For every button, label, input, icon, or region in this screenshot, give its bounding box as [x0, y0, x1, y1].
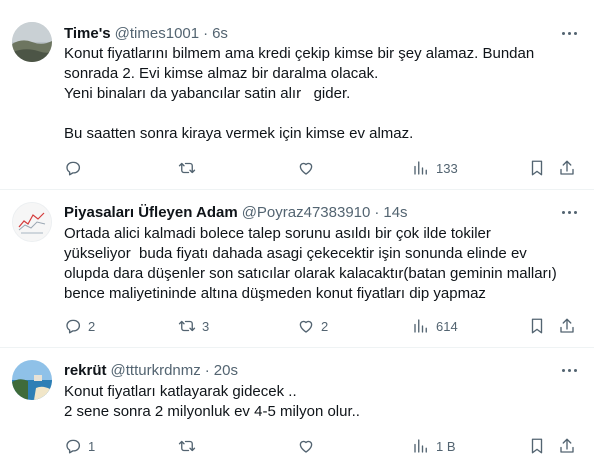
tweet-card[interactable]: rekrüt @ttturkrdnmz · 20s Konut fiyatlar… [0, 348, 594, 470]
share-button[interactable] [558, 158, 576, 178]
share-icon [560, 160, 574, 175]
views-button[interactable]: 614 [412, 316, 458, 336]
views-icon [414, 161, 427, 175]
like-count: 2 [321, 318, 329, 334]
views-button[interactable]: 133 [412, 158, 458, 178]
tweet-time[interactable]: 20s [214, 362, 238, 379]
bookmark-button[interactable] [528, 316, 546, 336]
views-button[interactable]: 1 B [412, 436, 456, 456]
like-button[interactable] [297, 158, 321, 178]
reply-button[interactable]: 2 [64, 316, 95, 336]
retweet-icon [178, 440, 196, 452]
views-count: 133 [436, 160, 458, 176]
reply-icon [66, 439, 80, 454]
retweet-button[interactable]: 3 [178, 316, 209, 336]
tweet-line: Konut fiyatlarını bilmem ama kredi çekip… [64, 45, 535, 62]
views-icon [414, 319, 427, 333]
action-bar: 2 3 2 614 [64, 316, 580, 336]
tweet-time[interactable]: 6s [212, 25, 228, 42]
tweet-line: 2 sene sonra 2 milyonluk ev 4-5 milyon o… [64, 403, 360, 420]
share-icon [560, 318, 574, 333]
tweet-time[interactable]: 14s [383, 204, 407, 221]
avatar[interactable] [12, 202, 52, 242]
like-button[interactable] [297, 436, 321, 456]
tweet-line: olupda dara düşenler son satıcılar olara… [64, 265, 557, 282]
retweet-count: 3 [202, 318, 210, 334]
bookmark-icon [531, 160, 543, 176]
like-icon [299, 320, 313, 333]
bookmark-button[interactable] [528, 436, 546, 456]
reply-count: 1 [88, 438, 96, 454]
bookmark-button[interactable] [528, 158, 546, 178]
tweet-feed: Time's @times1001 · 6s Konut fiyatlarını… [0, 0, 594, 470]
bookmark-icon [531, 438, 543, 454]
author-handle[interactable]: @times1001 [115, 25, 199, 42]
more-icon[interactable] [558, 23, 580, 43]
tweet-text: Ortada alici kalmadi bolece talep sorunu… [64, 224, 580, 304]
retweet-icon [178, 162, 196, 174]
avatar[interactable] [12, 360, 52, 400]
tweet-card[interactable]: Piyasaları Üfleyen Adam @Poyraz47383910 … [0, 190, 594, 348]
action-bar: 133 [64, 158, 580, 178]
views-count: 614 [436, 318, 458, 334]
like-icon [299, 162, 313, 175]
like-icon [299, 440, 313, 453]
tweet-line [64, 104, 580, 124]
author-handle[interactable]: @ttturkrdnmz [111, 362, 201, 379]
tweet-text: Konut fiyatlarını bilmem ama kredi çekip… [64, 44, 580, 144]
author-handle[interactable]: @Poyraz47383910 [242, 204, 371, 221]
tweet-line: yükseliyor buda fiyatı dahada asagi çeke… [64, 245, 527, 262]
avatar[interactable] [12, 22, 52, 62]
reply-button[interactable]: 1 [64, 436, 95, 456]
reply-icon [66, 319, 80, 334]
action-bar: 1 1 B [64, 436, 580, 456]
tweet-text: Konut fiyatları katlayarak gidecek .. 2 … [64, 382, 580, 422]
share-button[interactable] [558, 316, 576, 336]
bookmark-icon [531, 318, 543, 334]
tweet-card[interactable]: Time's @times1001 · 6s Konut fiyatlarını… [0, 0, 594, 190]
separator-dot: · [374, 203, 380, 221]
author-name[interactable]: rekrüt [64, 362, 107, 379]
more-icon[interactable] [558, 202, 580, 222]
reply-count: 2 [88, 318, 96, 334]
reply-button[interactable] [64, 158, 88, 178]
separator-dot: · [204, 361, 210, 379]
tweet-line: Bu saatten sonra kiraya vermek için kims… [64, 125, 414, 142]
tweet-line: Konut fiyatları katlayarak gidecek .. [64, 383, 297, 400]
retweet-button[interactable] [178, 436, 202, 456]
retweet-button[interactable] [178, 158, 202, 178]
retweet-icon [178, 320, 196, 332]
tweet-line: Yeni binaları da yabancılar satin alır g… [64, 85, 351, 102]
author-name[interactable]: Piyasaları Üfleyen Adam [64, 204, 238, 221]
tweet-line: bence maliyetininde altına düşmeden konu… [64, 285, 486, 302]
views-icon [414, 439, 427, 453]
tweet-line: sonrada 2. Evi kimse almaz bir daralma o… [64, 65, 379, 82]
reply-icon [66, 161, 80, 176]
share-icon [560, 438, 574, 453]
like-button[interactable]: 2 [297, 316, 328, 336]
tweet-line: Ortada alici kalmadi bolece talep sorunu… [64, 225, 491, 242]
views-count: 1 B [436, 438, 456, 454]
separator-dot: · [203, 24, 209, 42]
share-button[interactable] [558, 436, 576, 456]
author-name[interactable]: Time's [64, 25, 111, 42]
more-icon[interactable] [558, 360, 580, 380]
